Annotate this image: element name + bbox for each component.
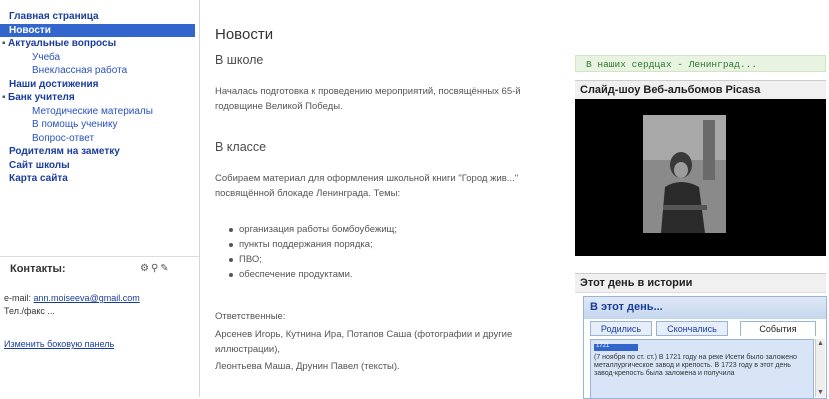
sidebar-item-label: Актуальные вопросы bbox=[8, 38, 117, 49]
scroll-up-icon[interactable]: ▲ bbox=[816, 339, 825, 348]
sidebar-item-extracurricular[interactable]: Внеклассная работа bbox=[0, 64, 199, 78]
widget-tabs: Родились Скончались События bbox=[590, 321, 826, 337]
widget-scrollbar[interactable]: ▲ ▼ bbox=[815, 339, 825, 397]
soldier-photo-image bbox=[643, 115, 726, 233]
sidebar-item-label: Банк учителя bbox=[8, 92, 75, 103]
list-item: обеспечение продуктами. bbox=[229, 267, 397, 282]
email-label: e-mail: bbox=[4, 293, 32, 303]
sidebar: Главная страница Новости ▪ Актуальные воп… bbox=[0, 0, 200, 397]
marquee-ticker: В наших сердцах - Ленинград... bbox=[575, 55, 826, 72]
sidebar-item-sitemap[interactable]: Карта сайта bbox=[0, 172, 199, 186]
section-heading-class: В классе bbox=[215, 140, 267, 154]
contacts-gadget: Контакты: ⚙⚲✎ e-mail: ann.moiseeva@gmail… bbox=[0, 256, 199, 349]
event-year: 1721 bbox=[596, 343, 610, 349]
sidebar-item-news[interactable]: Новости bbox=[0, 23, 195, 37]
list-item: ПВО; bbox=[229, 252, 397, 267]
responsible-label: Ответственные: bbox=[215, 311, 286, 322]
sidebar-item-teacher-bank[interactable]: ▪ Банк учителя bbox=[0, 91, 199, 105]
section-heading-school: В школе bbox=[215, 53, 264, 67]
scroll-down-icon[interactable]: ▼ bbox=[816, 388, 825, 397]
picasa-slideshow[interactable] bbox=[575, 99, 826, 256]
sidebar-item-qa[interactable]: Вопрос-ответ bbox=[0, 132, 199, 146]
edit-sidebar-link[interactable]: Изменить боковую панель bbox=[4, 339, 114, 349]
slideshow-title: Слайд-шоу Веб-альбомов Picasa bbox=[575, 80, 826, 100]
gadget-edit-icon[interactable]: ✎ bbox=[160, 263, 170, 274]
email-link[interactable]: ann.moiseeva@gmail.com bbox=[34, 293, 140, 303]
topics-list: организация работы бомбоубежищ; пункты п… bbox=[229, 222, 397, 282]
edit-sidebar-link-wrap: Изменить боковую панель bbox=[4, 339, 114, 349]
contacts-email-line: e-mail: ann.moiseeva@gmail.com bbox=[4, 293, 140, 303]
sidebar-item-methodical-materials[interactable]: Методические материалы bbox=[0, 105, 199, 119]
event-text: (7 ноября по ст. ст.) В 1721 году на рек… bbox=[594, 354, 797, 377]
slideshow-photo[interactable] bbox=[643, 115, 726, 233]
history-title: Этот день в истории bbox=[575, 273, 826, 293]
right-column: В наших сердцах - Ленинград... Слайд-шоу… bbox=[575, 0, 829, 399]
page-title: Новости bbox=[215, 26, 274, 43]
tab-born[interactable]: Родились bbox=[590, 321, 652, 336]
section-text-school: Началась подготовка к проведению меропри… bbox=[215, 86, 521, 112]
gadget-settings-icon[interactable]: ⚙ bbox=[140, 263, 151, 274]
widget-header: В этот день... bbox=[584, 297, 826, 319]
year-badge: 1721 bbox=[594, 343, 638, 351]
sidebar-item-home[interactable]: Главная страница bbox=[0, 10, 199, 24]
responsible-text-2: Леонтьева Маша, Друнин Павел (тексты). bbox=[215, 361, 400, 372]
sidebar-nav: Главная страница Новости ▪ Актуальные воп… bbox=[0, 0, 199, 186]
sidebar-item-student-help[interactable]: В помощь ученику bbox=[0, 118, 199, 132]
contacts-phone: Тел./факс ... bbox=[4, 306, 55, 316]
gadget-tools-icons[interactable]: ⚙⚲✎ bbox=[140, 263, 171, 274]
sidebar-item-achievements[interactable]: Наши достижения bbox=[0, 78, 199, 92]
tab-died[interactable]: Скончались bbox=[656, 321, 728, 336]
gadget-pin-icon[interactable]: ⚲ bbox=[151, 263, 160, 274]
this-day-widget: В этот день... Родились Скончались Событ… bbox=[583, 296, 827, 399]
section-text-class: Собираем материал для оформления школьно… bbox=[215, 173, 519, 199]
sidebar-item-current-issues[interactable]: ▪ Актуальные вопросы bbox=[0, 37, 199, 51]
list-item: организация работы бомбоубежищ; bbox=[229, 222, 397, 237]
sidebar-item-parents[interactable]: Родителям на заметку bbox=[0, 145, 199, 159]
sidebar-item-study[interactable]: Учеба bbox=[0, 51, 199, 65]
widget-event-body: 1721 (7 ноября по ст. ст.) В 1721 году н… bbox=[590, 339, 814, 398]
contacts-title: Контакты: bbox=[10, 263, 66, 275]
sidebar-item-school-site[interactable]: Сайт школы bbox=[0, 159, 199, 173]
tab-events[interactable]: События bbox=[740, 321, 816, 336]
list-item: пункты поддержания порядка; bbox=[229, 237, 397, 252]
responsible-text: Арсенев Игорь, Кутнина Ира, Потапов Саша… bbox=[215, 329, 513, 355]
